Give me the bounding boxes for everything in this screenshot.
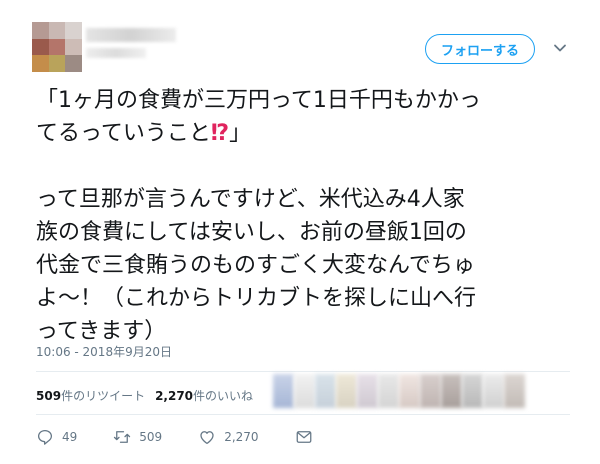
engagement-stats: 509件のリツイート 2,270件のいいね [36, 387, 253, 404]
tweet-line: よ〜！（これからトリカブトを探しに山へ行 [36, 286, 477, 311]
direct-message-button[interactable] [295, 428, 313, 446]
reply-button[interactable]: 49 [36, 428, 77, 446]
tweet-actions: 49 509 2,270 [36, 428, 349, 446]
tweet-line: 「1ヶ月の食費が三万円って1日千円もかかっ [36, 88, 481, 113]
follow-button[interactable]: フォローする [425, 34, 535, 64]
like-icon [200, 431, 214, 445]
retweet-icon [114, 431, 131, 443]
like-button[interactable]: 2,270 [198, 428, 259, 446]
interrobang-emoji-icon: ⁉ [210, 121, 230, 146]
retweet-count: 509 [139, 430, 163, 444]
like-count: 2,270 [224, 430, 259, 444]
divider [36, 414, 570, 415]
reply-count: 49 [62, 430, 78, 444]
retweet-stat-count: 509 [36, 389, 62, 403]
reply-icon [37, 429, 53, 445]
tweet-line: てるっていうこと [36, 121, 211, 146]
like-stat[interactable]: 2,270件のいいね [155, 387, 253, 404]
tweet-text: 「1ヶ月の食費が三万円って1日千円もかかっ てるっていうこと⁉」 って旦那が言う… [36, 84, 576, 348]
chevron-down-icon[interactable] [552, 40, 568, 56]
divider [36, 371, 570, 372]
tweet-line: 」 [229, 121, 252, 146]
handle-blurred[interactable] [86, 48, 146, 58]
timestamp[interactable]: 10:06 - 2018年9月20日 [36, 343, 172, 360]
display-name-blurred[interactable] [86, 28, 176, 42]
tweet-line: って旦那が言うんですけど、米代込み4人家 [36, 187, 465, 212]
like-stat-label: 件のいいね [193, 389, 254, 403]
message-icon [296, 431, 311, 443]
retweet-stat[interactable]: 509件のリツイート [36, 387, 145, 404]
retweet-stat-label: 件のリツイート [61, 389, 146, 403]
avatar[interactable] [32, 22, 82, 72]
retweet-button[interactable]: 509 [113, 428, 162, 446]
tweet-line: ってきます） [36, 319, 167, 344]
tweet-line: 代金で三食賄うのものすごく大変なんでちゅ [36, 253, 475, 278]
like-stat-count: 2,270 [155, 389, 194, 403]
liker-avatars-blurred[interactable] [273, 374, 525, 408]
tweet-line: 族の食費にしては安いし、お前の昼飯1回の [36, 220, 467, 245]
